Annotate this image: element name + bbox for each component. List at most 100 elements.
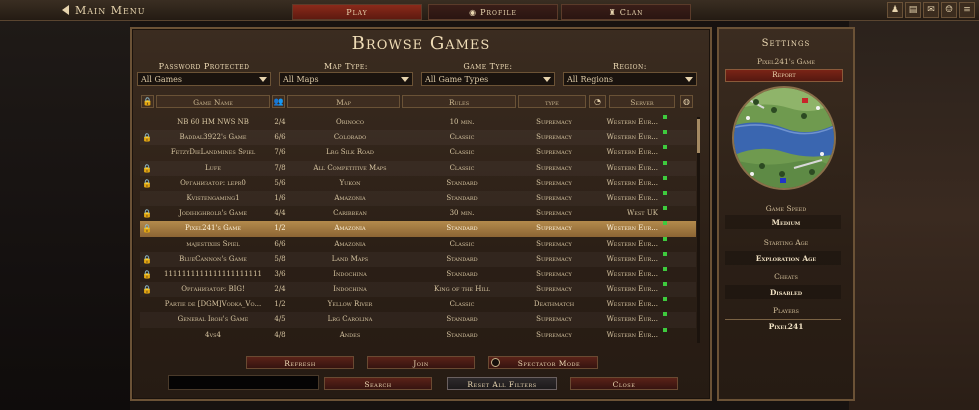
column-game-name[interactable]: Game Name — [156, 95, 270, 108]
games-list: NB 60 HM NWS NB 2/4 Orinoco 10 min. Supremac… — [140, 115, 696, 343]
chat-icon[interactable]: ✉ — [923, 2, 939, 18]
table-row[interactable]: 4vs4 4/8 Andes Standard Supremacy Western Eur… — [140, 327, 696, 343]
map-cell: Indochina — [333, 285, 367, 294]
report-button[interactable]: Report — [725, 69, 843, 82]
table-row[interactable]: Partie de [DGM]Vodka_Vo... 1/2 Yellow Rive… — [140, 297, 696, 312]
table-row[interactable]: 🔒 Baddal3922's Game 6/6 Colorado Classic Supr… — [140, 130, 696, 145]
player-icon[interactable]: ♟ — [887, 2, 903, 18]
map-preview-image — [734, 88, 834, 188]
table-row[interactable]: NB 60 HM NWS NB 2/4 Orinoco 10 min. Supremac… — [140, 115, 696, 130]
top-bar: Main Menu Play ◉ Profile ♜ Clan ♟ ▤ ✉ ☺ ≡ — [0, 0, 979, 21]
chevron-down-icon — [543, 77, 551, 82]
tab-profile[interactable]: ◉ Profile — [428, 4, 558, 20]
ping-indicator — [663, 190, 667, 195]
column-server[interactable]: Server — [609, 95, 675, 108]
game-speed-value: Medium — [771, 218, 801, 227]
server-cell: Western Eur... — [606, 315, 658, 324]
close-button[interactable]: Close — [570, 377, 678, 390]
spectator-mode-button[interactable]: Spectator Mode — [488, 356, 598, 369]
search-button[interactable]: Search — [324, 377, 432, 390]
game-name-cell: BlueCannon's Game — [179, 254, 247, 263]
players-column-header[interactable]: 👥 — [272, 95, 285, 108]
filter-game-type-label: Game Type: — [463, 62, 513, 71]
table-row[interactable]: Kvistengaming1 1/6 Amazonia Standard Suprema… — [140, 190, 696, 206]
ping-indicator — [663, 145, 667, 150]
table-row[interactable]: 🔒 Организатор: lepr0 5/6 Yukon Standard Supre… — [140, 175, 696, 191]
tab-clan[interactable]: ♜ Clan — [561, 4, 691, 20]
ping-indicator — [663, 115, 667, 119]
column-type[interactable]: type — [518, 95, 586, 108]
type-cell: Supremacy — [536, 315, 572, 324]
game-name-cell: Baddal3922's Game — [179, 133, 247, 142]
filter-map-type-value: All Maps — [283, 75, 319, 84]
rules-cell: Standard — [446, 269, 478, 278]
spectator-radio-indicator[interactable] — [491, 358, 500, 367]
table-row[interactable]: 🔒 Jodihighrolr's Game 4/4 Caribbean 30 min. S… — [140, 206, 696, 221]
table-row[interactable]: 🔒 BlueCannon's Game 5/8 Land Maps Standard Su… — [140, 251, 696, 267]
table-row[interactable]: 🔒 Pixel241's Game 1/2 Amazonia Standard Supre… — [140, 221, 696, 237]
scrollbar[interactable] — [697, 117, 700, 343]
type-cell: Supremacy — [536, 133, 572, 142]
filter-region-value: All Regions — [567, 75, 613, 84]
lock-icon: 🔒 — [142, 224, 152, 234]
clan-icon: ♜ — [608, 7, 617, 17]
filter-password-value: All Games — [141, 75, 183, 84]
ping-indicator — [663, 160, 667, 165]
table-row[interactable]: FetzyDieLandmines Spiel 7/6 Lrg Silk Road C… — [140, 145, 696, 160]
column-rules[interactable]: Rules — [402, 95, 516, 108]
table-row[interactable]: 🔒 1111111111111111111111 3/6 Indochina Stand… — [140, 266, 696, 282]
settings-panel: Settings Pixel241's Game Report Game Spe… — [717, 27, 855, 401]
menu-icon[interactable]: ≡ — [959, 2, 975, 18]
players-cell: 1/2 — [274, 300, 286, 309]
rules-cell: 10 min. — [449, 118, 475, 126]
map-cell: Amazonia — [334, 224, 366, 233]
refresh-button[interactable]: Refresh — [246, 356, 354, 369]
ping-indicator — [663, 130, 667, 135]
table-row[interactable]: majestixiis Spiel 6/6 Amazonia Classic Supre… — [140, 236, 696, 252]
players-cell: 5/6 — [274, 178, 286, 187]
rules-cell: Classic — [449, 239, 475, 248]
table-row[interactable]: General Iroh's Game 4/5 Lrg Carolina Standa… — [140, 312, 696, 327]
cheats-value: Disabled — [769, 288, 803, 297]
main-menu-button[interactable]: Main Menu — [62, 2, 146, 18]
players-label: Players — [773, 306, 799, 315]
rules-cell: 30 min. — [449, 209, 475, 218]
table-row[interactable]: 🔒 Lufe 7/8 All Competitive Maps Classic Supre… — [140, 160, 696, 176]
scrollbar-thumb[interactable] — [697, 119, 700, 153]
filter-password-select[interactable]: All Games — [137, 72, 271, 86]
player-name: Pixel241 — [768, 322, 804, 331]
server-cell: West UK — [627, 209, 658, 218]
rules-cell: Classic — [449, 133, 475, 142]
ping-column-header[interactable]: ◔ — [589, 95, 606, 108]
rules-cell: Classic — [449, 148, 475, 157]
players-cell: 6/6 — [274, 239, 286, 248]
ping-icon: ◔ — [594, 97, 601, 106]
map-cell: Orinoco — [336, 118, 364, 126]
friends-icon[interactable]: ☺ — [941, 2, 957, 18]
map-cell: Yellow River — [327, 300, 373, 309]
background-left — [0, 20, 130, 410]
type-cell: Supremacy — [536, 209, 572, 218]
region-column-header[interactable]: ◍ — [680, 95, 693, 108]
tab-play[interactable]: Play — [292, 4, 422, 20]
players-cell: 5/8 — [274, 254, 286, 263]
search-input[interactable] — [168, 375, 319, 390]
leaderboard-icon[interactable]: ▤ — [905, 2, 921, 18]
column-map[interactable]: Map — [287, 95, 400, 108]
server-cell: Western Eur... — [606, 269, 658, 278]
table-row[interactable]: 🔒 Организатор: BIG! 2/4 Indochina King of th… — [140, 282, 696, 297]
rules-cell: Standard — [446, 315, 478, 324]
players-divider — [725, 319, 841, 320]
starting-age-value: Exploration Age — [755, 254, 817, 263]
ping-indicator — [663, 282, 667, 287]
reset-filters-button[interactable]: Reset All Filters — [447, 377, 557, 390]
lock-column-header[interactable]: 🔒 — [141, 95, 154, 108]
server-cell: Western Eur... — [606, 300, 658, 309]
join-button[interactable]: Join — [367, 356, 475, 369]
settings-title: Settings — [761, 38, 811, 49]
filter-region-select[interactable]: All Regions — [563, 72, 697, 86]
map-preview — [732, 86, 836, 190]
filter-map-type-select[interactable]: All Maps — [279, 72, 413, 86]
rules-cell: Standard — [446, 254, 478, 263]
filter-game-type-select[interactable]: All Game Types — [421, 72, 555, 86]
